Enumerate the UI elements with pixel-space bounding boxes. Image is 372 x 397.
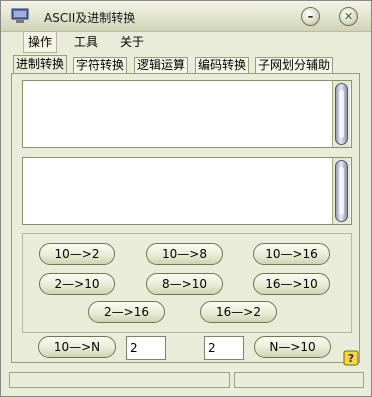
- hex-to-dec-button[interactable]: 16—>10: [253, 273, 330, 295]
- monitor-icon: [11, 8, 29, 23]
- minimize-button[interactable]: –: [301, 7, 320, 26]
- close-icon: ✕: [343, 10, 354, 23]
- window-title: ASCII及进制转换: [44, 11, 136, 25]
- scrollbar-thumb[interactable]: [335, 83, 348, 145]
- dec-to-oct-button[interactable]: 10—>8: [146, 243, 223, 265]
- scrollbar-thumb[interactable]: [335, 160, 348, 222]
- status-pane-left: [9, 372, 230, 388]
- input-scrollbar[interactable]: [332, 81, 350, 147]
- tab-base-conversion[interactable]: 进制转换: [13, 55, 68, 73]
- input-textarea[interactable]: [22, 80, 352, 148]
- help-icon[interactable]: ?: [343, 350, 359, 366]
- tab-strip: 进制转换 字符转换 逻辑运算 编码转换 子网划分辅助: [11, 55, 356, 73]
- tab-encoding[interactable]: 编码转换: [195, 57, 250, 73]
- svg-text:?: ?: [348, 352, 354, 365]
- menu-bar: 操作 工具 关于: [15, 31, 360, 53]
- tab-char-conversion[interactable]: 字符转换: [73, 57, 128, 73]
- oct-to-dec-button[interactable]: 8—>10: [146, 273, 223, 295]
- status-pane-right: [234, 372, 364, 388]
- tab-logic-ops[interactable]: 逻辑运算: [134, 57, 189, 73]
- bin-to-hex-button[interactable]: 2—>16: [88, 301, 165, 323]
- menu-tools[interactable]: 工具: [70, 32, 102, 52]
- bin-to-dec-button[interactable]: 2—>10: [39, 273, 115, 295]
- output-textarea[interactable]: [22, 157, 352, 225]
- menu-operate[interactable]: 操作: [23, 31, 58, 53]
- menu-about[interactable]: 关于: [116, 32, 148, 52]
- app-window: ASCII及进制转换 – ✕ 操作 工具 关于 进制转换 字符转换 逻辑运算 编…: [0, 0, 372, 397]
- n-to-dec-button[interactable]: N—>10: [254, 336, 331, 358]
- base-n-input-right[interactable]: 2: [204, 336, 244, 360]
- dec-to-hex-button[interactable]: 10—>16: [253, 243, 330, 265]
- tab-subnet-helper[interactable]: 子网划分辅助: [255, 57, 334, 73]
- title-bar[interactable]: ASCII及进制转换 – ✕: [1, 1, 371, 32]
- dec-to-n-button[interactable]: 10—>N: [38, 336, 116, 358]
- hex-to-bin-button[interactable]: 16—>2: [200, 301, 277, 323]
- output-scrollbar[interactable]: [332, 158, 350, 224]
- minimize-icon: –: [307, 10, 314, 23]
- base-n-input-left[interactable]: 2: [126, 336, 166, 360]
- close-button[interactable]: ✕: [339, 7, 358, 26]
- dec-to-bin-button[interactable]: 10—>2: [39, 243, 115, 265]
